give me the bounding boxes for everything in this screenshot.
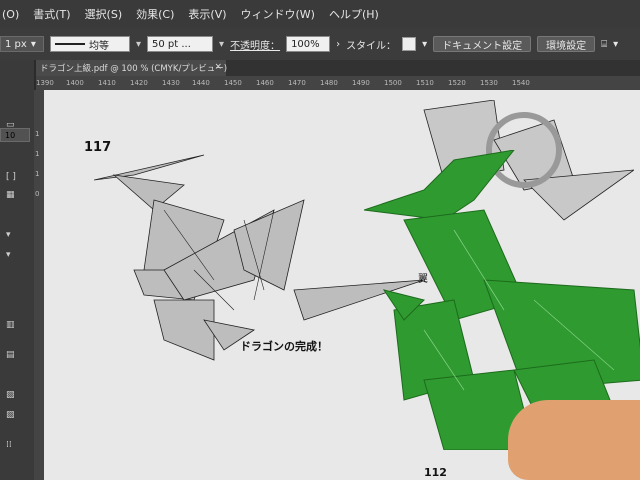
vertical-ruler[interactable]: 1 1 1 0 xyxy=(34,90,44,480)
chevron-down-icon[interactable]: ▾ xyxy=(6,250,26,262)
control-bar: 1 px ▾ 均等 ▾ 50 pt ... ▾ 不透明度： 100% › スタイ… xyxy=(0,28,640,60)
preferences-label: 環境設定 xyxy=(546,40,587,52)
opacity-value: 100% xyxy=(291,38,320,50)
ruler-tick: 1400 xyxy=(66,79,84,87)
close-icon[interactable]: × xyxy=(214,62,222,72)
stroke-profile-label: 均等 xyxy=(89,40,109,52)
ruler-tick: 1530 xyxy=(480,79,498,87)
opacity-field[interactable]: 100% xyxy=(286,36,331,52)
menu-item-help[interactable]: ヘルプ(H) xyxy=(329,6,379,22)
bracket-icon[interactable]: [ ] xyxy=(6,172,26,184)
ruler-tick: 1450 xyxy=(224,79,242,87)
dragon-caption: ドラゴンの完成！ xyxy=(240,340,328,353)
vruler-tick: 1 xyxy=(35,150,40,158)
stroke-weight-value: 1 px xyxy=(5,38,27,50)
ruler-tick: 1440 xyxy=(192,79,210,87)
tools-panel: ▭ 10 [ ] ▦ ▾ ▾ ▥ ▤ ▧ ▨ ⁞⁞ xyxy=(0,60,34,480)
page-number-bottom: 112 xyxy=(424,466,447,479)
ruler-tick: 1470 xyxy=(288,79,306,87)
stroke-profile-select[interactable]: 均等 xyxy=(50,36,130,52)
grid-icon[interactable]: ▦ xyxy=(6,190,26,202)
brush-label: 50 pt ... xyxy=(152,38,191,50)
ruler-tick: 1520 xyxy=(448,79,466,87)
ruler-tick: 1480 xyxy=(320,79,338,87)
menu-item-select[interactable]: 選択(S) xyxy=(85,6,123,22)
distribute-icon[interactable]: ▧ xyxy=(6,390,26,402)
opacity-label[interactable]: 不透明度： xyxy=(230,37,280,52)
distribute-h-icon[interactable]: ▨ xyxy=(6,410,26,422)
panel-value-field[interactable]: 10 xyxy=(0,128,30,142)
document-tab-title: ドラゴン上級.pdf @ 100 % (CMYK/プレビュー) xyxy=(40,64,228,74)
menu-item-view[interactable]: 表示(V) xyxy=(188,6,226,22)
align-top-icon[interactable]: ▥ xyxy=(6,320,26,332)
panel-value: 10 xyxy=(5,130,16,140)
ruler-tick: 1420 xyxy=(130,79,148,87)
vruler-tick: 1 xyxy=(35,170,40,178)
hand-photo xyxy=(508,400,640,480)
chevron-down-icon[interactable]: ▾ xyxy=(219,39,224,50)
ruler-tick: 1490 xyxy=(352,79,370,87)
menu-item-type[interactable]: 書式(T) xyxy=(33,6,70,22)
menu-item-object[interactable]: (O) xyxy=(2,8,19,21)
ruler-tick: 1540 xyxy=(512,79,530,87)
document-tab-bar: ドラゴン上級.pdf @ 100 % (CMYK/プレビュー) × xyxy=(36,60,640,76)
document-tab[interactable]: ドラゴン上級.pdf @ 100 % (CMYK/プレビュー) × xyxy=(36,60,228,76)
document-settings-button[interactable]: ドキュメント設定 xyxy=(433,36,532,52)
style-swatch[interactable] xyxy=(402,37,417,51)
ruler-tick: 1410 xyxy=(98,79,116,87)
chevron-down-icon[interactable]: ▾ xyxy=(613,39,618,50)
stroke-line-icon xyxy=(55,43,85,45)
vruler-tick: 1 xyxy=(35,130,40,138)
chevron-down-icon: ▾ xyxy=(30,38,36,50)
arrange-icon[interactable]: ⌸ xyxy=(601,39,607,50)
ruler-tick: 1390 xyxy=(36,79,54,87)
brush-select[interactable]: 50 pt ... xyxy=(147,36,214,52)
align-center-icon[interactable]: ▤ xyxy=(6,350,26,362)
chevron-down-icon[interactable]: ▾ xyxy=(6,230,26,242)
chevron-down-icon[interactable]: ▾ xyxy=(136,39,141,50)
chevron-down-icon[interactable]: ▾ xyxy=(422,39,427,50)
chevron-right-icon[interactable]: › xyxy=(336,39,340,50)
ruler-tick: 1510 xyxy=(416,79,434,87)
preferences-button[interactable]: 環境設定 xyxy=(537,36,596,52)
vruler-tick: 0 xyxy=(35,190,40,198)
dots-icon[interactable]: ⁞⁞ xyxy=(6,440,26,452)
menu-item-effect[interactable]: 効果(C) xyxy=(136,6,174,22)
style-label: スタイル： xyxy=(346,40,397,52)
document-settings-label: ドキュメント設定 xyxy=(442,40,523,52)
ruler-tick: 1430 xyxy=(162,79,180,87)
stroke-weight-field[interactable]: 1 px ▾ xyxy=(0,36,44,52)
menu-bar: (O) 書式(T) 選択(S) 効果(C) 表示(V) ウィンドウ(W) ヘルプ… xyxy=(0,0,640,28)
ruler-tick: 1460 xyxy=(256,79,274,87)
menu-item-window[interactable]: ウィンドウ(W) xyxy=(241,6,315,22)
ruler-tick: 1500 xyxy=(384,79,402,87)
horizontal-ruler[interactable]: 1390 1400 1410 1420 1430 1440 1450 1460 … xyxy=(36,76,640,91)
